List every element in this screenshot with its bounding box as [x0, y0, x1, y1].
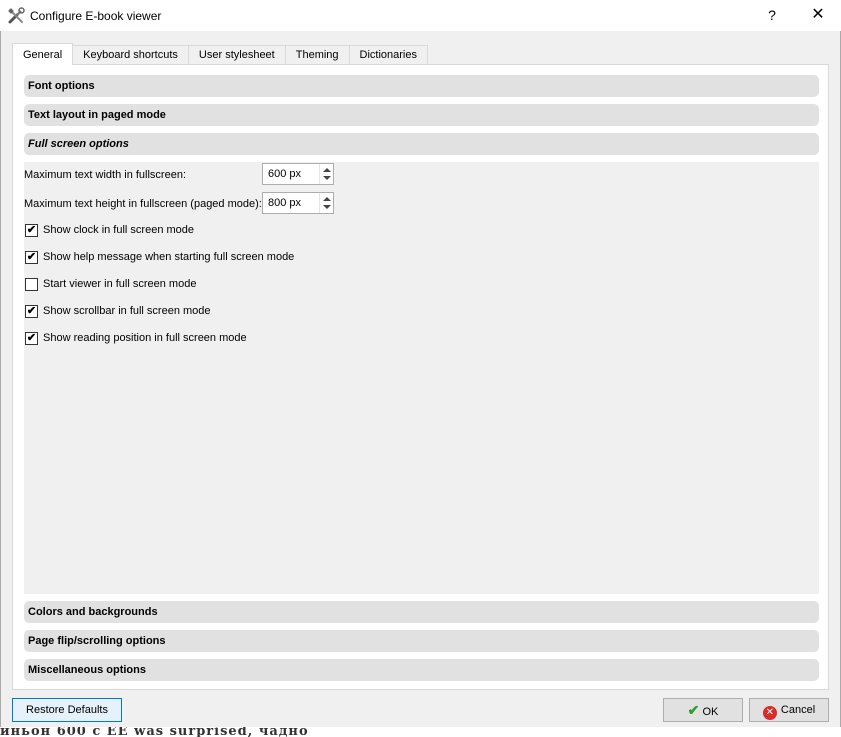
background-window-text: иньон 600 с ЕЕ was surprised, чадно — [0, 727, 841, 737]
section-colors-backgrounds[interactable]: Colors and backgrounds — [24, 601, 819, 623]
cancel-button[interactable]: ✕ Cancel — [749, 698, 829, 722]
full-screen-options-body: Maximum text width in fullscreen: 600 px… — [24, 162, 819, 594]
show-help-checkbox[interactable]: ✔ — [25, 251, 38, 264]
section-text-layout[interactable]: Text layout in paged mode — [24, 104, 819, 126]
section-font-options[interactable]: Font options — [24, 75, 819, 97]
spin-up-icon[interactable] — [323, 197, 331, 201]
tab-keyboard-shortcuts[interactable]: Keyboard shortcuts — [72, 45, 189, 65]
spin-up-icon[interactable] — [323, 168, 331, 172]
max-width-spinbox[interactable]: 600 px — [262, 163, 334, 185]
general-panel: Font options Text layout in paged mode F… — [12, 64, 829, 690]
section-page-flip[interactable]: Page flip/scrolling options — [24, 630, 819, 652]
show-clock-label: Show clock in full screen mode — [43, 224, 195, 236]
cancel-label: Cancel — [780, 704, 816, 716]
window-title: Configure E-book viewer — [30, 9, 162, 23]
show-reading-position-label: Show reading position in full screen mod… — [43, 332, 247, 344]
tab-theming[interactable]: Theming — [284, 45, 350, 65]
max-height-value: 800 px — [268, 197, 302, 209]
start-fullscreen-checkbox[interactable] — [25, 278, 38, 291]
title-bar: Configure E-book viewer ? ✕ — [0, 0, 841, 31]
tab-bar: General Keyboard shortcuts User styleshe… — [12, 43, 428, 65]
help-button[interactable]: ? — [755, 0, 789, 31]
checkmark-icon: ✔ — [687, 702, 700, 718]
cancel-icon: ✕ — [762, 706, 777, 720]
spin-down-icon[interactable] — [323, 176, 331, 180]
max-height-spinbox[interactable]: 800 px — [262, 192, 334, 214]
background-text: иньон 600 с ЕЕ was surprised, чадно — [0, 727, 309, 737]
show-reading-position-checkbox[interactable]: ✔ — [25, 332, 38, 345]
tab-general[interactable]: General — [12, 43, 74, 65]
ok-label: OK — [702, 706, 719, 718]
spin-arrows[interactable] — [319, 164, 333, 184]
section-full-screen-options[interactable]: Full screen options — [24, 133, 819, 155]
max-width-label: Maximum text width in fullscreen: — [24, 169, 186, 181]
tools-icon — [8, 7, 25, 24]
show-scrollbar-checkbox[interactable]: ✔ — [25, 305, 38, 318]
show-help-label: Show help message when starting full scr… — [43, 251, 295, 263]
tab-user-stylesheet[interactable]: User stylesheet — [187, 45, 286, 65]
section-miscellaneous[interactable]: Miscellaneous options — [24, 659, 819, 681]
tab-dictionaries[interactable]: Dictionaries — [348, 45, 428, 65]
restore-defaults-button[interactable]: Restore Defaults — [12, 698, 122, 722]
spin-down-icon[interactable] — [323, 205, 331, 209]
max-height-label: Maximum text height in fullscreen (paged… — [24, 198, 262, 210]
spin-arrows[interactable] — [319, 193, 333, 213]
start-fullscreen-label: Start viewer in full screen mode — [43, 278, 197, 290]
max-width-value: 600 px — [268, 168, 302, 180]
ok-button[interactable]: ✔ OK — [663, 698, 743, 722]
show-scrollbar-label: Show scrollbar in full screen mode — [43, 305, 211, 317]
show-clock-checkbox[interactable]: ✔ — [25, 224, 38, 237]
close-button[interactable]: ✕ — [795, 0, 841, 31]
